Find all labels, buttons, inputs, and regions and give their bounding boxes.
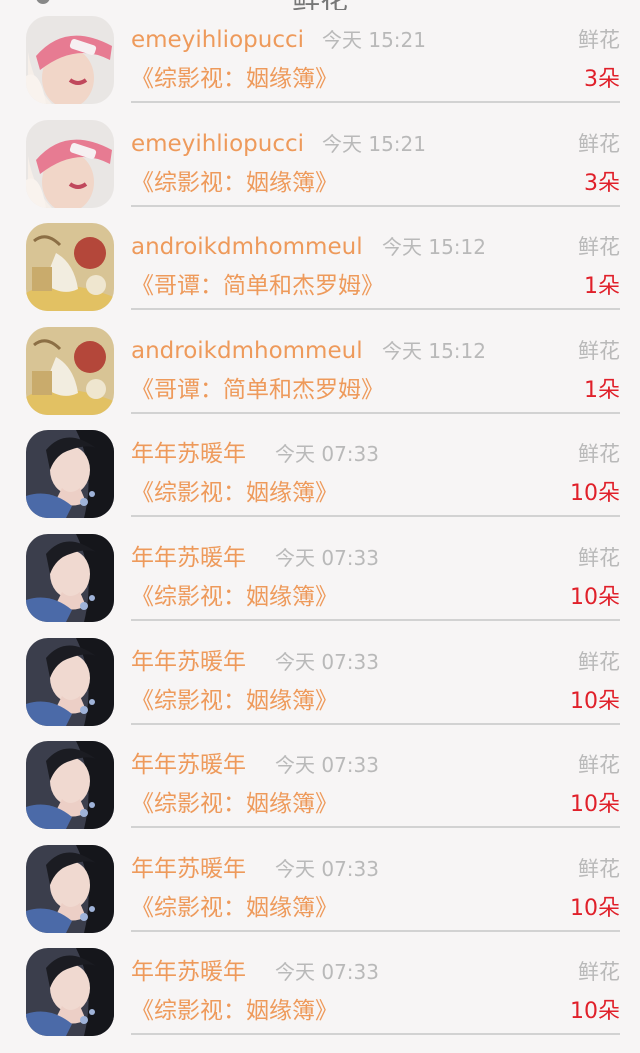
sender-name[interactable]: androikdmhommeul bbox=[131, 229, 363, 265]
gift-count: 10朵 bbox=[570, 585, 620, 610]
gift-count: 10朵 bbox=[570, 792, 620, 818]
list-item[interactable]: 年年苏暖年 今天 07:33 鲜花 《综影视：姻缘簿》 10朵 bbox=[0, 414, 640, 519]
gift-type-label: 鲜花 bbox=[578, 28, 620, 52]
book-title-link[interactable]: 《哥谭：简单和杰罗姆》 bbox=[131, 372, 384, 408]
sender-name[interactable]: 年年苏暖年 bbox=[131, 954, 246, 990]
gift-type-label: 鲜花 bbox=[578, 960, 620, 985]
row-divider bbox=[131, 1033, 620, 1036]
timestamp: 今天 15:21 bbox=[322, 131, 426, 156]
timestamp: 今天 15:21 bbox=[322, 28, 426, 52]
gift-count: 3朵 bbox=[584, 67, 620, 92]
book-title-link[interactable]: 《哥谭：简单和杰罗姆》 bbox=[131, 268, 384, 304]
gift-type-label: 鲜花 bbox=[578, 856, 620, 881]
sender-name[interactable]: emeyihliopucci bbox=[131, 126, 304, 162]
timestamp: 今天 15:12 bbox=[382, 338, 486, 363]
gift-count: 10朵 bbox=[570, 688, 620, 714]
book-title-link[interactable]: 《综影视：姻缘簿》 bbox=[131, 786, 338, 822]
timestamp: 今天 07:33 bbox=[275, 649, 379, 674]
list-item[interactable]: emeyihliopucci 今天 15:21 鲜花 《综影视：姻缘簿》 3朵 bbox=[0, 0, 640, 104]
gift-count: 3朵 bbox=[584, 170, 620, 196]
dark-hair-woman-avatar[interactable] bbox=[26, 534, 114, 622]
gift-type-label: 鲜花 bbox=[578, 235, 620, 260]
gift-count: 10朵 bbox=[570, 999, 620, 1025]
dark-hair-woman-avatar[interactable] bbox=[26, 844, 114, 933]
gift-type-label: 鲜花 bbox=[578, 649, 620, 674]
book-title-link[interactable]: 《综影视：姻缘簿》 bbox=[131, 993, 338, 1029]
book-title-link[interactable]: 《综影视：姻缘簿》 bbox=[131, 683, 338, 719]
list-item[interactable]: 年年苏暖年 今天 07:33 鲜花 《综影视：姻缘簿》 10朵 bbox=[0, 932, 640, 1037]
list-item[interactable]: emeyihliopucci 今天 15:21 鲜花 《综影视：姻缘簿》 3朵 bbox=[0, 104, 640, 208]
book-title-link[interactable]: 《综影视：姻缘簿》 bbox=[131, 890, 338, 926]
gift-type-label: 鲜花 bbox=[578, 753, 620, 778]
timestamp: 今天 15:12 bbox=[382, 235, 486, 260]
dark-hair-woman-avatar[interactable] bbox=[26, 637, 114, 726]
dark-hair-woman-avatar[interactable] bbox=[26, 948, 114, 1037]
sender-name[interactable]: emeyihliopucci bbox=[131, 22, 304, 58]
gift-type-label: 鲜花 bbox=[578, 131, 620, 156]
anime-redhead-avatar[interactable] bbox=[26, 223, 114, 312]
gift-count: 1朵 bbox=[584, 377, 620, 403]
timestamp: 今天 07:33 bbox=[275, 753, 379, 778]
gift-count: 10朵 bbox=[570, 895, 620, 921]
list-item[interactable]: 年年苏暖年 今天 07:33 鲜花 《综影视：姻缘簿》 10朵 bbox=[0, 829, 640, 933]
timestamp: 今天 07:33 bbox=[275, 442, 379, 467]
list-item[interactable]: 年年苏暖年 今天 07:33 鲜花 《综影视：姻缘簿》 10朵 bbox=[0, 725, 640, 830]
pink-cap-girl-avatar[interactable] bbox=[26, 16, 114, 104]
timestamp: 今天 07:33 bbox=[275, 960, 379, 985]
sender-name[interactable]: 年年苏暖年 bbox=[131, 644, 246, 680]
gift-count: 1朵 bbox=[584, 274, 620, 300]
list-item[interactable]: androikdmhommeul 今天 15:12 鲜花 《哥谭：简单和杰罗姆》… bbox=[0, 207, 640, 312]
list-item[interactable]: 年年苏暖年 今天 07:33 鲜花 《综影视：姻缘簿》 10朵 bbox=[0, 518, 640, 622]
dark-hair-woman-avatar[interactable] bbox=[26, 741, 114, 830]
sender-name[interactable]: 年年苏暖年 bbox=[131, 851, 246, 887]
pink-cap-girl-avatar[interactable] bbox=[26, 119, 114, 208]
dark-hair-woman-avatar[interactable] bbox=[26, 430, 114, 519]
gift-count: 10朵 bbox=[570, 481, 620, 507]
gift-type-label: 鲜花 bbox=[578, 442, 620, 467]
timestamp: 今天 07:33 bbox=[275, 546, 379, 570]
book-title-link[interactable]: 《综影视：姻缘簿》 bbox=[131, 61, 338, 97]
sender-name[interactable]: 年年苏暖年 bbox=[131, 540, 246, 576]
sender-name[interactable]: androikdmhommeul bbox=[131, 333, 363, 369]
book-title-link[interactable]: 《综影视：姻缘簿》 bbox=[131, 579, 338, 615]
book-title-link[interactable]: 《综影视：姻缘簿》 bbox=[131, 165, 338, 201]
timestamp: 今天 07:33 bbox=[275, 856, 379, 881]
gift-type-label: 鲜花 bbox=[578, 338, 620, 363]
list-item[interactable]: androikdmhommeul 今天 15:12 鲜花 《哥谭：简单和杰罗姆》… bbox=[0, 311, 640, 415]
gift-type-label: 鲜花 bbox=[578, 546, 620, 570]
sender-name[interactable]: 年年苏暖年 bbox=[131, 436, 246, 472]
list-item[interactable]: 年年苏暖年 今天 07:33 鲜花 《综影视：姻缘簿》 10朵 bbox=[0, 622, 640, 726]
book-title-link[interactable]: 《综影视：姻缘簿》 bbox=[131, 475, 338, 511]
sender-name[interactable]: 年年苏暖年 bbox=[131, 747, 246, 783]
anime-redhead-avatar[interactable] bbox=[26, 326, 114, 415]
